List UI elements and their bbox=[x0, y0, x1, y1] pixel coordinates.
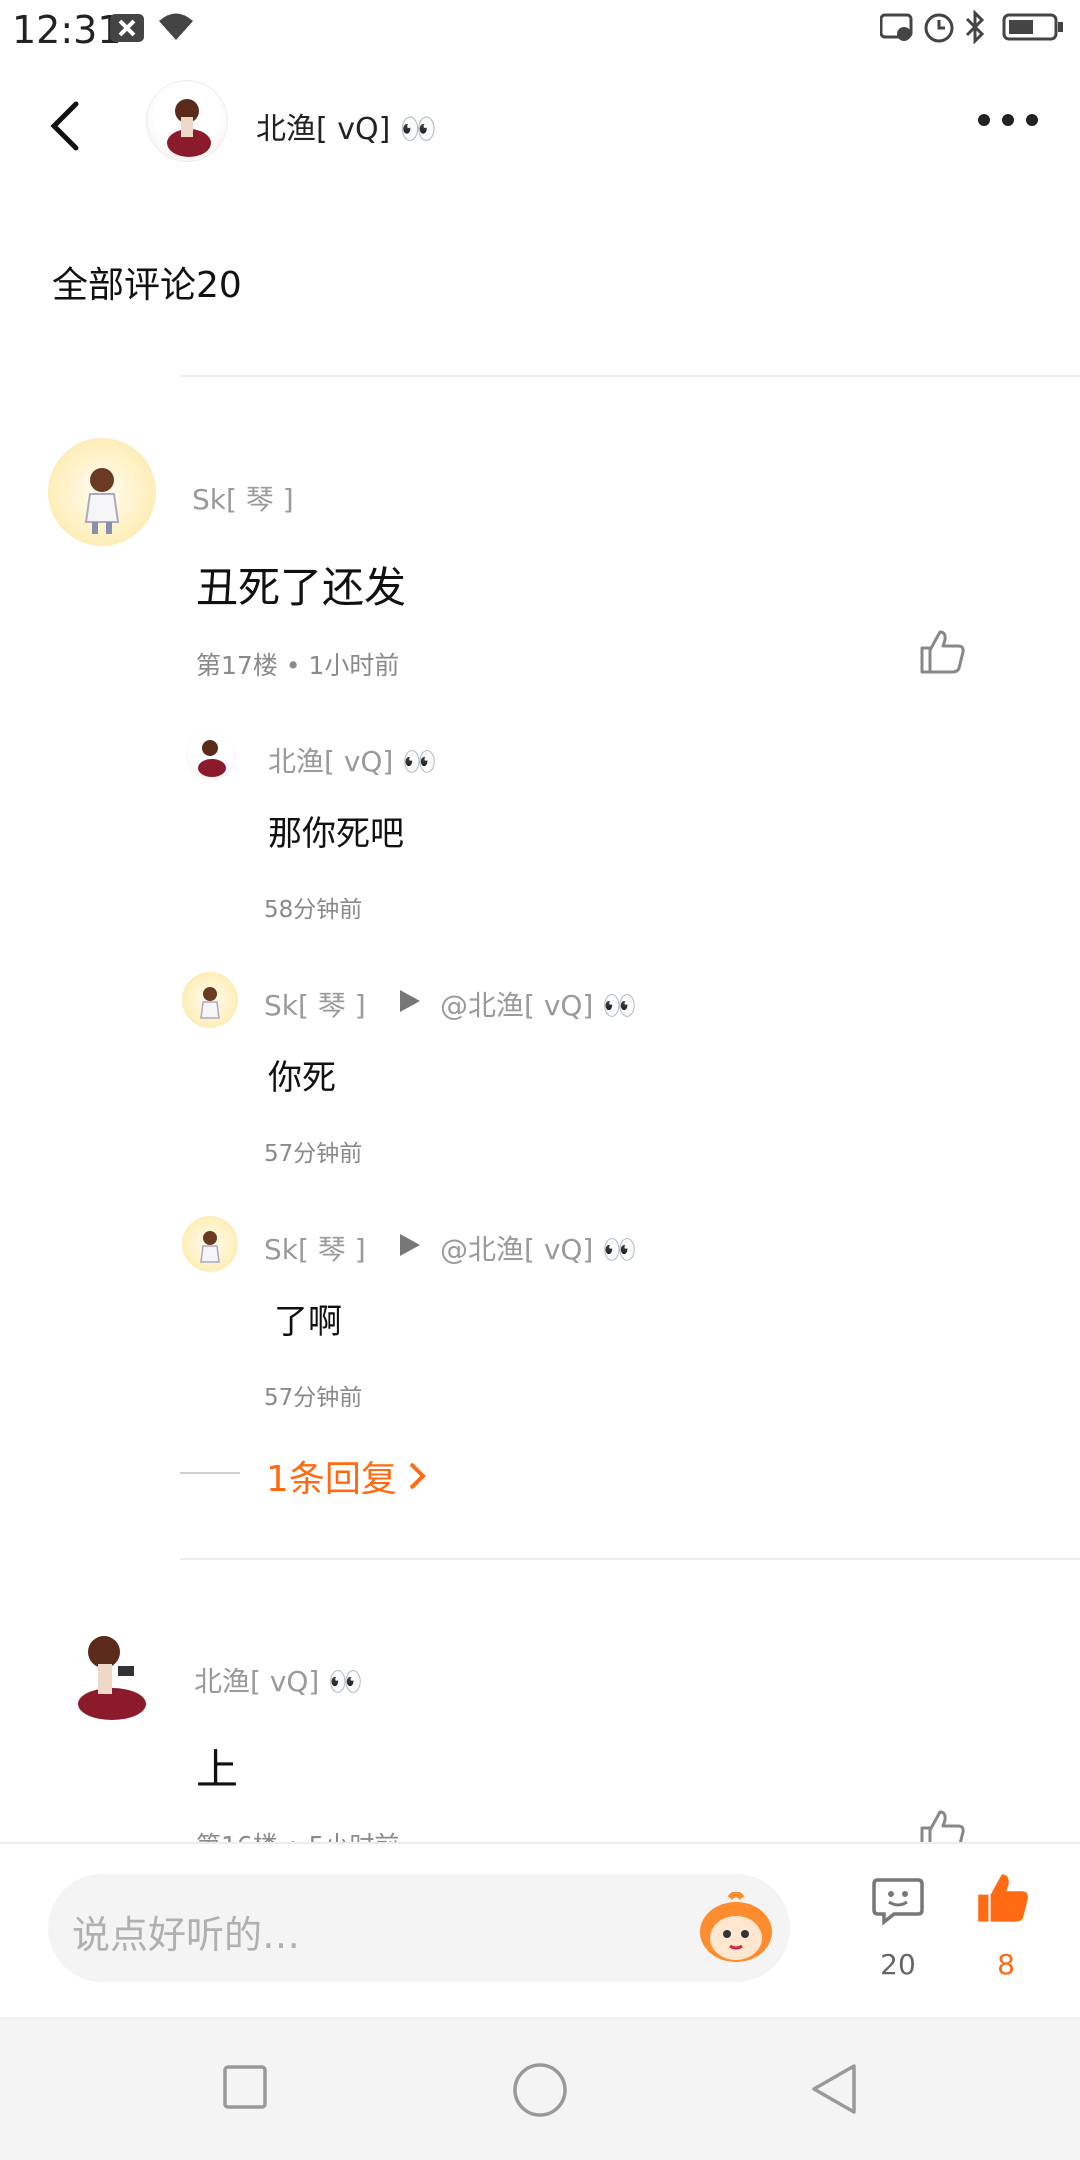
reply-target[interactable]: @北渔[ vQ] 👀 bbox=[440, 984, 637, 1024]
reply-author[interactable]: Sk[ 琴 ] bbox=[264, 1228, 366, 1268]
reply-arrow-icon bbox=[398, 988, 422, 1018]
comments-title: 全部评论20 bbox=[52, 265, 242, 306]
bluetooth-icon bbox=[962, 9, 988, 48]
screen-cast-icon bbox=[879, 12, 914, 46]
reply-author[interactable]: Sk[ 琴 ] bbox=[264, 984, 366, 1024]
like-button[interactable] bbox=[918, 628, 966, 678]
status-time: 12:31 bbox=[12, 8, 122, 52]
like-count: 8 bbox=[997, 1948, 1015, 1981]
more-options-button[interactable] bbox=[976, 112, 1040, 132]
comment-author[interactable]: Sk[ 琴 ] bbox=[192, 478, 294, 518]
reply-arrow-icon bbox=[398, 1232, 422, 1262]
reply-text[interactable]: 了啊 bbox=[274, 1294, 342, 1343]
recent-apps-button[interactable] bbox=[222, 2064, 268, 2114]
reply-avatar[interactable] bbox=[182, 1216, 238, 1272]
like-filled-icon[interactable] bbox=[976, 1872, 1030, 1928]
comment-count-icon[interactable] bbox=[872, 1876, 924, 1930]
divider bbox=[180, 375, 1080, 377]
alarm-icon bbox=[922, 10, 956, 48]
reply-time: 57分钟前 bbox=[264, 1385, 363, 1411]
reply-time: 57分钟前 bbox=[264, 1141, 363, 1167]
reply-text[interactable]: 那你死吧 bbox=[268, 806, 404, 855]
wifi-icon bbox=[156, 10, 196, 46]
comment-input-placeholder: 说点好听的… bbox=[72, 1913, 301, 1957]
comment-text[interactable]: 丑死了还发 bbox=[196, 554, 406, 615]
back-button[interactable] bbox=[40, 98, 90, 158]
divider bbox=[180, 1558, 1080, 1560]
reply-time: 58分钟前 bbox=[264, 897, 363, 923]
like-button[interactable] bbox=[918, 1808, 966, 1842]
reply-text[interactable]: 你死 bbox=[268, 1050, 336, 1099]
battery-icon bbox=[1002, 12, 1064, 46]
more-replies-label: 1条回复 bbox=[266, 1459, 397, 1500]
comment-input[interactable]: 说点好听的… bbox=[48, 1874, 790, 1982]
back-nav-button[interactable] bbox=[808, 2062, 860, 2120]
header-username[interactable]: 北渔[ vQ] 👀 bbox=[256, 104, 437, 148]
reply-avatar[interactable] bbox=[186, 730, 236, 780]
chevron-right-icon bbox=[409, 1462, 426, 1490]
comment-text[interactable]: 上 bbox=[196, 1736, 238, 1797]
comment-author[interactable]: 北渔[ vQ] 👀 bbox=[194, 1660, 363, 1700]
comment-count: 20 bbox=[880, 1948, 916, 1981]
more-replies-link[interactable]: 1条回复 bbox=[266, 1450, 431, 1502]
comment-avatar[interactable] bbox=[52, 1616, 162, 1726]
more-replies-line bbox=[180, 1472, 240, 1474]
comment-meta: 第17楼 • 1小时前 bbox=[196, 651, 400, 680]
reply-avatar[interactable] bbox=[182, 972, 238, 1028]
notification-icon bbox=[110, 14, 144, 46]
home-button[interactable] bbox=[512, 2062, 568, 2122]
reply-target[interactable]: @北渔[ vQ] 👀 bbox=[440, 1228, 637, 1268]
comment-avatar[interactable] bbox=[48, 438, 156, 546]
reply-author[interactable]: 北渔[ vQ] 👀 bbox=[268, 740, 437, 780]
emoji-mascot-icon[interactable] bbox=[696, 1891, 776, 1968]
header-avatar[interactable] bbox=[146, 80, 228, 162]
